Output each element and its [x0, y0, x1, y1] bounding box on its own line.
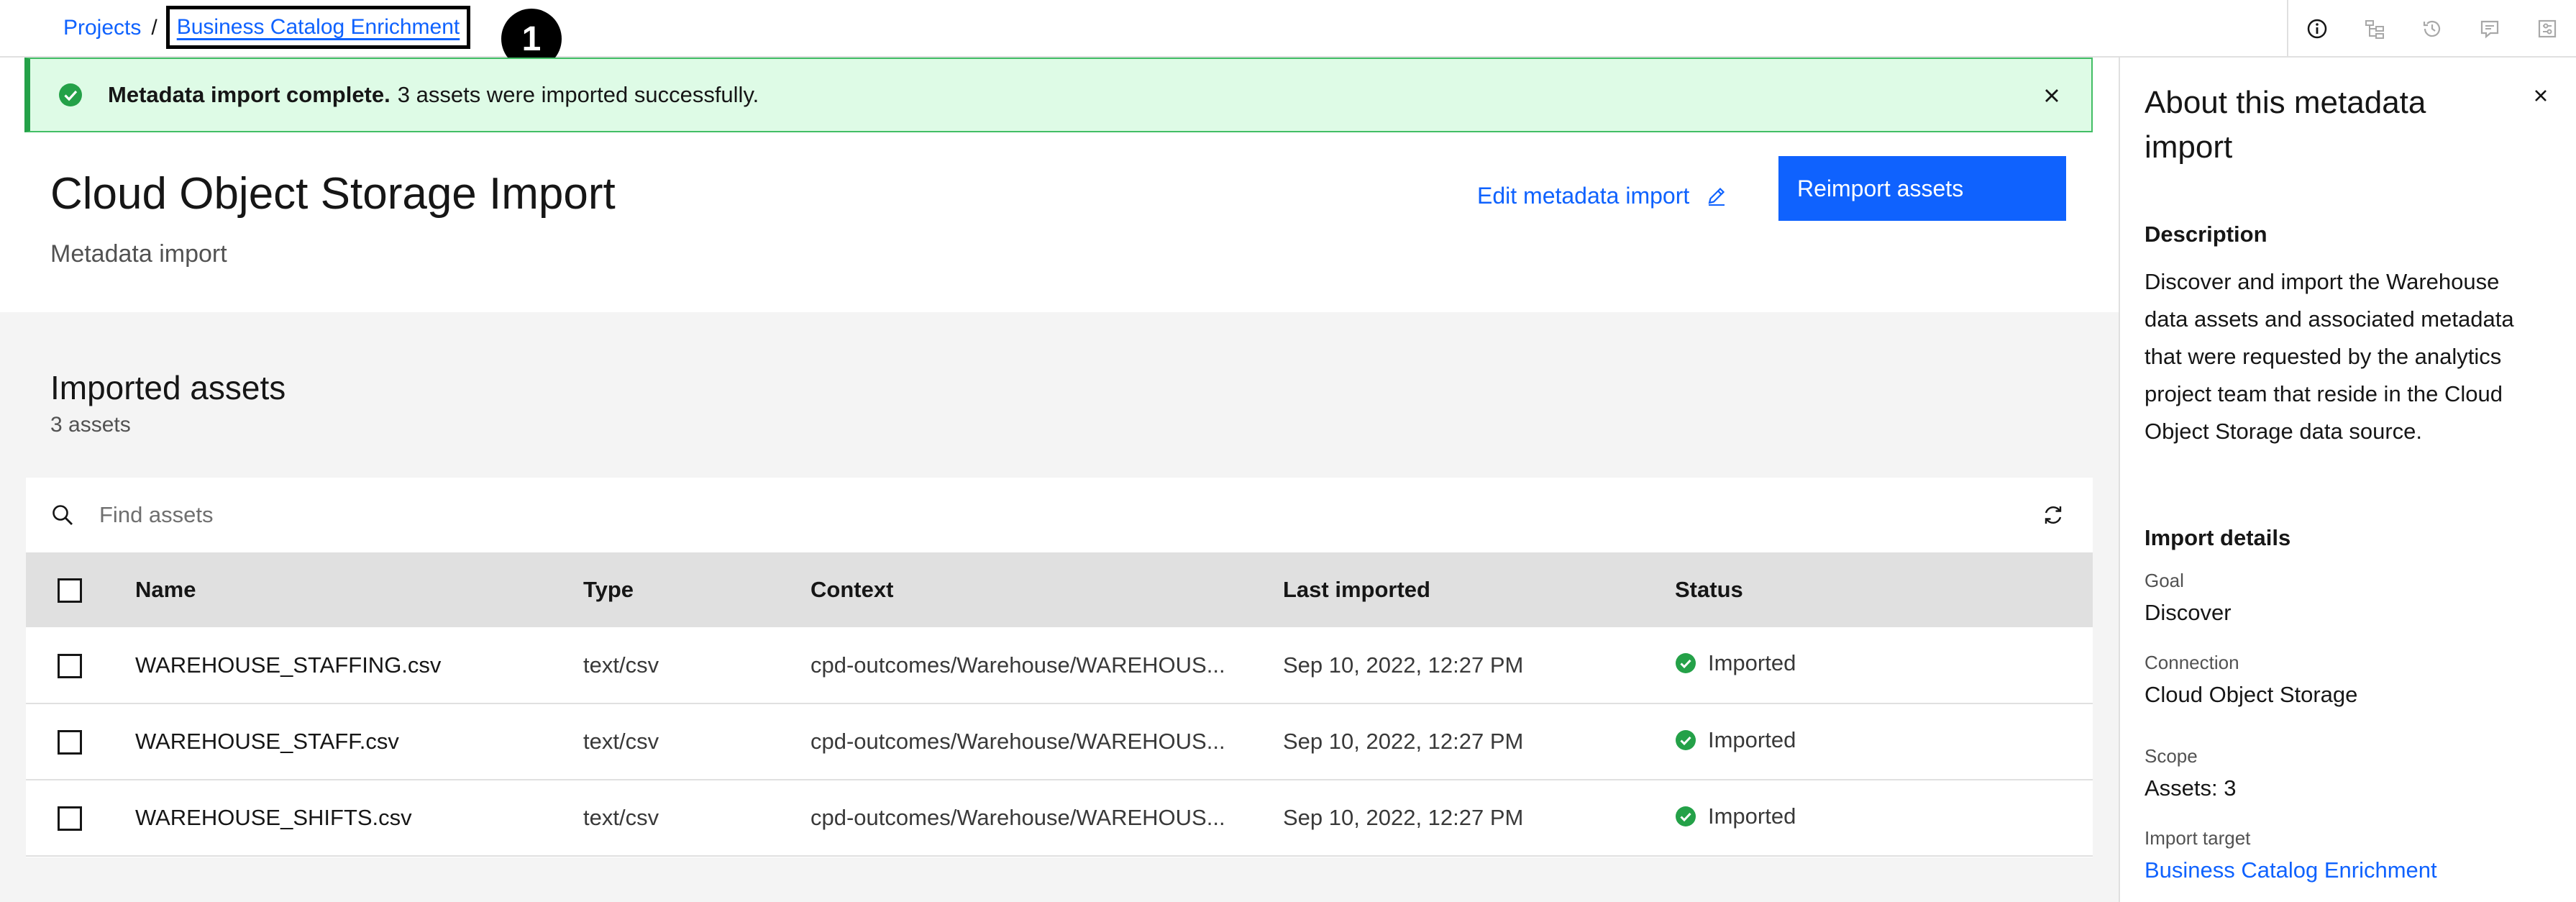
goal-label: Goal [2145, 570, 2184, 591]
side-panel-title: About this metadata import [2145, 85, 2426, 165]
asset-context: cpd-outcomes/Warehouse/WAREHOUS... [810, 729, 1225, 754]
import-details-heading: Import details [2145, 525, 2291, 550]
table-header-row: Name Type Context Last imported Status [26, 552, 2093, 627]
history-icon [2423, 20, 2441, 37]
column-header-name[interactable]: Name [135, 552, 583, 627]
edit-icon [1708, 187, 1725, 206]
connection-value: Cloud Object Storage [2145, 682, 2358, 707]
edit-link-label: Edit metadata import [1477, 182, 1690, 209]
breadcrumb-highlight-box: Business Catalog Enrichment [165, 6, 471, 49]
import-target-label: Import target [2145, 827, 2251, 849]
row-checkbox[interactable] [58, 653, 82, 678]
scope-label: Scope [2145, 745, 2198, 767]
page-title: Cloud Object Storage Import [50, 169, 616, 219]
table-row[interactable]: WAREHOUSE_SHIFTS.csv text/csv cpd-outcom… [26, 780, 2093, 856]
asset-type: text/csv [583, 729, 659, 754]
breadcrumb: Projects / Business Catalog Enrichment [63, 6, 471, 49]
imported-assets-section: Imported assets 3 assets Name Type Conte… [0, 312, 2119, 902]
row-select-cell [26, 703, 135, 780]
info-button[interactable] [2288, 0, 2346, 58]
info-icon [2307, 19, 2327, 39]
edit-metadata-import-link[interactable]: Edit metadata import [1477, 173, 1728, 219]
close-icon[interactable] [2530, 85, 2552, 106]
column-header-context[interactable]: Context [810, 552, 1283, 627]
scope-value: Assets: 3 [2145, 775, 2237, 801]
description-heading: Description [2145, 222, 2267, 247]
row-checkbox[interactable] [58, 806, 82, 832]
checkmark-filled-icon [1676, 653, 1696, 673]
lineage-icon [2365, 20, 2384, 39]
table-row[interactable]: WAREHOUSE_STAFFING.csv text/csv cpd-outc… [26, 627, 2093, 703]
asset-last-imported: Sep 10, 2022, 12:27 PM [1283, 729, 1524, 754]
column-header-status[interactable]: Status [1675, 552, 2093, 627]
section-title: Imported assets [50, 369, 286, 406]
asset-type: text/csv [583, 805, 659, 830]
success-notification: Metadata import complete. 3 assets were i… [24, 58, 2093, 132]
checkmark-filled-icon [1676, 806, 1696, 826]
status-label: Imported [1708, 726, 1796, 752]
assets-table-container: Name Type Context Last imported Status W… [26, 478, 2093, 857]
breadcrumb-separator: / [151, 16, 157, 40]
assets-table: Name Type Context Last imported Status W… [26, 552, 2093, 857]
top-bar: Projects / Business Catalog Enrichment 1 [0, 0, 2576, 69]
select-all-checkbox[interactable] [58, 578, 82, 603]
asset-status-cell: Imported [1675, 627, 2093, 703]
checkmark-filled-icon [59, 83, 82, 106]
select-all-cell [26, 552, 135, 627]
table-toolbar [26, 478, 2093, 552]
breadcrumb-current-link[interactable]: Business Catalog Enrichment [177, 15, 460, 40]
comments-icon [2480, 20, 2499, 39]
notification-message: 3 assets were imported successfully. [397, 82, 759, 107]
import-target-link[interactable]: Business Catalog Enrichment [2145, 857, 2437, 883]
page-subtitle: Metadata import [50, 240, 227, 268]
notification-text: Metadata import complete. 3 assets were i… [108, 82, 759, 108]
goal-value: Discover [2145, 600, 2232, 625]
asset-name[interactable]: WAREHOUSE_STAFF.csv [135, 703, 583, 780]
asset-name[interactable]: WAREHOUSE_STAFFING.csv [135, 627, 583, 703]
header-toolbar [2287, 0, 2576, 58]
history-button[interactable] [2403, 0, 2461, 58]
notification-title: Metadata import complete. [108, 82, 390, 107]
connection-label: Connection [2145, 652, 2239, 673]
column-header-type[interactable]: Type [583, 552, 810, 627]
asset-name[interactable]: WAREHOUSE_SHIFTS.csv [135, 780, 583, 856]
description-text: Discover and import the Warehouse data a… [2145, 269, 2514, 444]
checkmark-filled-icon [1676, 729, 1696, 750]
table-row[interactable]: WAREHOUSE_STAFF.csv text/csv cpd-outcome… [26, 703, 2093, 780]
close-icon[interactable] [2041, 85, 2063, 106]
asset-context: cpd-outcomes/Warehouse/WAREHOUS... [810, 652, 1225, 678]
details-side-panel: About this metadata import Description D… [2119, 58, 2576, 902]
status-label: Imported [1708, 650, 1796, 675]
settings-icon [2538, 19, 2557, 38]
asset-context: cpd-outcomes/Warehouse/WAREHOUS... [810, 805, 1225, 830]
comments-button[interactable] [2461, 0, 2518, 58]
row-checkbox[interactable] [58, 730, 82, 755]
row-select-cell [26, 780, 135, 856]
column-header-last-imported[interactable]: Last imported [1283, 552, 1675, 627]
row-select-cell [26, 627, 135, 703]
lineage-button[interactable] [2346, 0, 2403, 58]
search-icon [52, 505, 73, 525]
asset-status-cell: Imported [1675, 703, 2093, 780]
asset-last-imported: Sep 10, 2022, 12:27 PM [1283, 652, 1524, 678]
main-content: Metadata import complete. 3 assets were i… [0, 58, 2119, 902]
asset-type: text/csv [583, 652, 659, 678]
search-input[interactable] [98, 501, 1968, 529]
asset-status-cell: Imported [1675, 780, 2093, 856]
reimport-assets-button[interactable]: Reimport assets [1778, 156, 2066, 221]
settings-button[interactable] [2518, 0, 2576, 58]
asset-count: 3 assets [50, 413, 131, 437]
status-label: Imported [1708, 803, 1796, 829]
page-header: Cloud Object Storage Import Metadata imp… [0, 132, 2119, 312]
asset-last-imported: Sep 10, 2022, 12:27 PM [1283, 805, 1524, 830]
refresh-icon[interactable] [2041, 503, 2065, 527]
breadcrumb-projects-link[interactable]: Projects [63, 16, 141, 40]
